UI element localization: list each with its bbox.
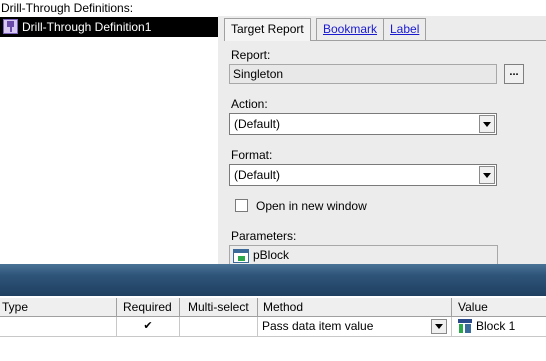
tab-target-report-label: Target Report [231, 22, 304, 36]
report-field[interactable]: Singleton [229, 64, 497, 84]
open-new-window-checkbox[interactable] [235, 199, 248, 212]
tab-label[interactable]: Label [383, 18, 427, 40]
parameters-label: Parameters: [231, 229, 297, 243]
action-select[interactable]: (Default) [229, 113, 497, 135]
splitter-bar[interactable] [0, 264, 546, 296]
cell-required-checkmark[interactable]: ✔ [117, 317, 180, 337]
cell-method-value: Pass data item value [262, 319, 374, 333]
definition-item[interactable]: Drill-Through Definition1 [0, 17, 218, 37]
chevron-down-icon[interactable] [479, 166, 495, 184]
definitions-list[interactable] [0, 16, 218, 264]
action-label: Action: [231, 97, 268, 111]
definition-item-label: Drill-Through Definition1 [22, 20, 152, 34]
chevron-down-icon[interactable] [479, 115, 495, 133]
format-select-value: (Default) [234, 168, 281, 182]
cell-method-select[interactable]: Pass data item value [258, 317, 452, 337]
column-header-method[interactable]: Method [258, 298, 452, 317]
cell-multi-select[interactable] [180, 317, 258, 337]
format-label: Format: [231, 148, 273, 162]
column-header-type[interactable]: Type [0, 298, 117, 317]
parameter-icon [233, 249, 249, 263]
chevron-down-icon[interactable] [431, 319, 447, 334]
tab-bookmark[interactable]: Bookmark [316, 18, 385, 40]
report-label: Report: [231, 48, 271, 62]
parameter-item-label[interactable]: pBlock [253, 247, 289, 263]
browse-report-button[interactable]: ... [504, 64, 524, 84]
tab-label-link[interactable]: Label [390, 22, 419, 36]
tab-target-report[interactable]: Target Report [224, 18, 311, 41]
column-header-multi-select[interactable]: Multi-select [180, 298, 258, 317]
tab-bookmark-link[interactable]: Bookmark [323, 22, 377, 36]
action-select-value: (Default) [234, 117, 281, 131]
column-header-required[interactable]: Required [117, 298, 180, 317]
drill-through-icon [3, 19, 18, 34]
definitions-title: Drill-Through Definitions: [1, 1, 134, 15]
data-item-icon [458, 319, 472, 334]
column-header-value[interactable]: Value [452, 298, 546, 317]
format-select[interactable]: (Default) [229, 164, 497, 186]
open-new-window-label[interactable]: Open in new window [256, 198, 367, 214]
cell-type[interactable] [0, 317, 117, 337]
